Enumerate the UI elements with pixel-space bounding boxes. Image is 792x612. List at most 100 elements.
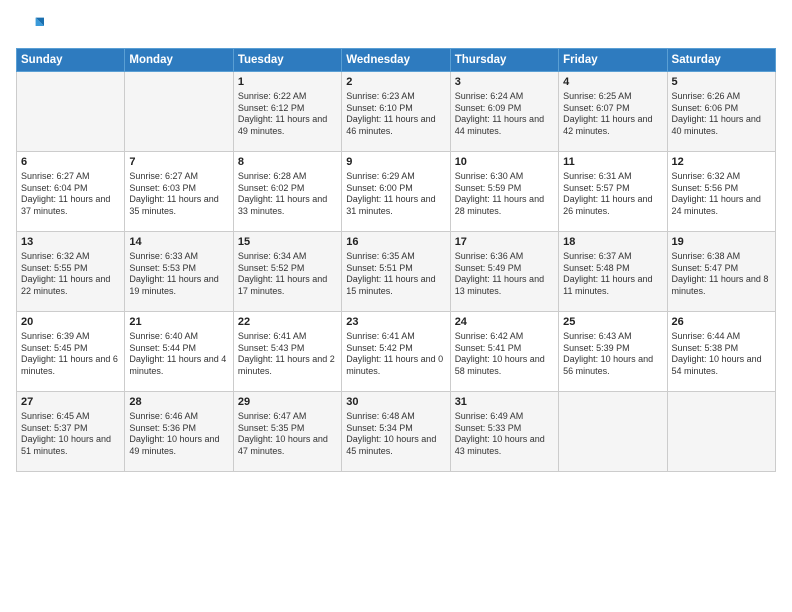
calendar-week-row: 1Sunrise: 6:22 AM Sunset: 6:12 PM Daylig…: [17, 72, 776, 152]
calendar-cell: 17Sunrise: 6:36 AM Sunset: 5:49 PM Dayli…: [450, 232, 558, 312]
calendar-cell: 21Sunrise: 6:40 AM Sunset: 5:44 PM Dayli…: [125, 312, 233, 392]
day-detail: Sunrise: 6:24 AM Sunset: 6:09 PM Dayligh…: [455, 91, 554, 138]
day-number: 3: [455, 75, 554, 90]
calendar-cell: 24Sunrise: 6:42 AM Sunset: 5:41 PM Dayli…: [450, 312, 558, 392]
weekday-header-wednesday: Wednesday: [342, 49, 450, 72]
calendar-cell: 4Sunrise: 6:25 AM Sunset: 6:07 PM Daylig…: [559, 72, 667, 152]
calendar-week-row: 27Sunrise: 6:45 AM Sunset: 5:37 PM Dayli…: [17, 392, 776, 472]
day-detail: Sunrise: 6:37 AM Sunset: 5:48 PM Dayligh…: [563, 251, 662, 298]
day-detail: Sunrise: 6:45 AM Sunset: 5:37 PM Dayligh…: [21, 411, 120, 458]
day-detail: Sunrise: 6:28 AM Sunset: 6:02 PM Dayligh…: [238, 171, 337, 218]
day-detail: Sunrise: 6:33 AM Sunset: 5:53 PM Dayligh…: [129, 251, 228, 298]
calendar-cell: 10Sunrise: 6:30 AM Sunset: 5:59 PM Dayli…: [450, 152, 558, 232]
day-detail: Sunrise: 6:26 AM Sunset: 6:06 PM Dayligh…: [672, 91, 771, 138]
day-detail: Sunrise: 6:47 AM Sunset: 5:35 PM Dayligh…: [238, 411, 337, 458]
calendar-cell: 12Sunrise: 6:32 AM Sunset: 5:56 PM Dayli…: [667, 152, 775, 232]
weekday-header-saturday: Saturday: [667, 49, 775, 72]
calendar-container: SundayMondayTuesdayWednesdayThursdayFrid…: [0, 0, 792, 612]
calendar-week-row: 6Sunrise: 6:27 AM Sunset: 6:04 PM Daylig…: [17, 152, 776, 232]
day-detail: Sunrise: 6:22 AM Sunset: 6:12 PM Dayligh…: [238, 91, 337, 138]
calendar-cell: [17, 72, 125, 152]
day-detail: Sunrise: 6:29 AM Sunset: 6:00 PM Dayligh…: [346, 171, 445, 218]
calendar-cell: 29Sunrise: 6:47 AM Sunset: 5:35 PM Dayli…: [233, 392, 341, 472]
weekday-header-row: SundayMondayTuesdayWednesdayThursdayFrid…: [17, 49, 776, 72]
day-number: 5: [672, 75, 771, 90]
calendar-cell: 26Sunrise: 6:44 AM Sunset: 5:38 PM Dayli…: [667, 312, 775, 392]
calendar-cell: 22Sunrise: 6:41 AM Sunset: 5:43 PM Dayli…: [233, 312, 341, 392]
day-number: 22: [238, 315, 337, 330]
day-detail: Sunrise: 6:30 AM Sunset: 5:59 PM Dayligh…: [455, 171, 554, 218]
day-detail: Sunrise: 6:32 AM Sunset: 5:55 PM Dayligh…: [21, 251, 120, 298]
day-detail: Sunrise: 6:43 AM Sunset: 5:39 PM Dayligh…: [563, 331, 662, 378]
calendar-cell: 5Sunrise: 6:26 AM Sunset: 6:06 PM Daylig…: [667, 72, 775, 152]
calendar-cell: 19Sunrise: 6:38 AM Sunset: 5:47 PM Dayli…: [667, 232, 775, 312]
day-detail: Sunrise: 6:31 AM Sunset: 5:57 PM Dayligh…: [563, 171, 662, 218]
day-number: 21: [129, 315, 228, 330]
day-number: 29: [238, 395, 337, 410]
weekday-header-tuesday: Tuesday: [233, 49, 341, 72]
calendar-cell: 2Sunrise: 6:23 AM Sunset: 6:10 PM Daylig…: [342, 72, 450, 152]
calendar-cell: [125, 72, 233, 152]
weekday-header-friday: Friday: [559, 49, 667, 72]
day-number: 6: [21, 155, 120, 170]
calendar-cell: 16Sunrise: 6:35 AM Sunset: 5:51 PM Dayli…: [342, 232, 450, 312]
calendar-cell: 18Sunrise: 6:37 AM Sunset: 5:48 PM Dayli…: [559, 232, 667, 312]
day-number: 31: [455, 395, 554, 410]
calendar-cell: 1Sunrise: 6:22 AM Sunset: 6:12 PM Daylig…: [233, 72, 341, 152]
calendar-cell: 14Sunrise: 6:33 AM Sunset: 5:53 PM Dayli…: [125, 232, 233, 312]
day-number: 25: [563, 315, 662, 330]
day-number: 19: [672, 235, 771, 250]
day-number: 9: [346, 155, 445, 170]
day-number: 8: [238, 155, 337, 170]
day-detail: Sunrise: 6:35 AM Sunset: 5:51 PM Dayligh…: [346, 251, 445, 298]
calendar-cell: 27Sunrise: 6:45 AM Sunset: 5:37 PM Dayli…: [17, 392, 125, 472]
calendar-cell: 7Sunrise: 6:27 AM Sunset: 6:03 PM Daylig…: [125, 152, 233, 232]
day-detail: Sunrise: 6:25 AM Sunset: 6:07 PM Dayligh…: [563, 91, 662, 138]
day-detail: Sunrise: 6:27 AM Sunset: 6:03 PM Dayligh…: [129, 171, 228, 218]
day-number: 4: [563, 75, 662, 90]
day-number: 1: [238, 75, 337, 90]
day-number: 27: [21, 395, 120, 410]
day-number: 16: [346, 235, 445, 250]
day-number: 23: [346, 315, 445, 330]
day-number: 11: [563, 155, 662, 170]
day-detail: Sunrise: 6:46 AM Sunset: 5:36 PM Dayligh…: [129, 411, 228, 458]
day-detail: Sunrise: 6:39 AM Sunset: 5:45 PM Dayligh…: [21, 331, 120, 378]
calendar-table: SundayMondayTuesdayWednesdayThursdayFrid…: [16, 48, 776, 472]
day-number: 20: [21, 315, 120, 330]
calendar-week-row: 13Sunrise: 6:32 AM Sunset: 5:55 PM Dayli…: [17, 232, 776, 312]
calendar-cell: 13Sunrise: 6:32 AM Sunset: 5:55 PM Dayli…: [17, 232, 125, 312]
calendar-cell: [667, 392, 775, 472]
calendar-cell: 15Sunrise: 6:34 AM Sunset: 5:52 PM Dayli…: [233, 232, 341, 312]
calendar-cell: 9Sunrise: 6:29 AM Sunset: 6:00 PM Daylig…: [342, 152, 450, 232]
day-number: 24: [455, 315, 554, 330]
day-number: 7: [129, 155, 228, 170]
weekday-header-thursday: Thursday: [450, 49, 558, 72]
day-number: 12: [672, 155, 771, 170]
calendar-cell: [559, 392, 667, 472]
calendar-cell: 6Sunrise: 6:27 AM Sunset: 6:04 PM Daylig…: [17, 152, 125, 232]
calendar-cell: 23Sunrise: 6:41 AM Sunset: 5:42 PM Dayli…: [342, 312, 450, 392]
day-number: 17: [455, 235, 554, 250]
day-number: 13: [21, 235, 120, 250]
calendar-cell: 20Sunrise: 6:39 AM Sunset: 5:45 PM Dayli…: [17, 312, 125, 392]
day-detail: Sunrise: 6:32 AM Sunset: 5:56 PM Dayligh…: [672, 171, 771, 218]
day-detail: Sunrise: 6:23 AM Sunset: 6:10 PM Dayligh…: [346, 91, 445, 138]
day-detail: Sunrise: 6:41 AM Sunset: 5:42 PM Dayligh…: [346, 331, 445, 378]
day-detail: Sunrise: 6:49 AM Sunset: 5:33 PM Dayligh…: [455, 411, 554, 458]
day-detail: Sunrise: 6:48 AM Sunset: 5:34 PM Dayligh…: [346, 411, 445, 458]
day-detail: Sunrise: 6:34 AM Sunset: 5:52 PM Dayligh…: [238, 251, 337, 298]
calendar-cell: 25Sunrise: 6:43 AM Sunset: 5:39 PM Dayli…: [559, 312, 667, 392]
day-detail: Sunrise: 6:40 AM Sunset: 5:44 PM Dayligh…: [129, 331, 228, 378]
calendar-cell: 31Sunrise: 6:49 AM Sunset: 5:33 PM Dayli…: [450, 392, 558, 472]
day-detail: Sunrise: 6:27 AM Sunset: 6:04 PM Dayligh…: [21, 171, 120, 218]
calendar-week-row: 20Sunrise: 6:39 AM Sunset: 5:45 PM Dayli…: [17, 312, 776, 392]
calendar-cell: 30Sunrise: 6:48 AM Sunset: 5:34 PM Dayli…: [342, 392, 450, 472]
weekday-header-monday: Monday: [125, 49, 233, 72]
day-detail: Sunrise: 6:42 AM Sunset: 5:41 PM Dayligh…: [455, 331, 554, 378]
day-number: 10: [455, 155, 554, 170]
day-number: 26: [672, 315, 771, 330]
day-detail: Sunrise: 6:44 AM Sunset: 5:38 PM Dayligh…: [672, 331, 771, 378]
day-number: 14: [129, 235, 228, 250]
day-number: 15: [238, 235, 337, 250]
